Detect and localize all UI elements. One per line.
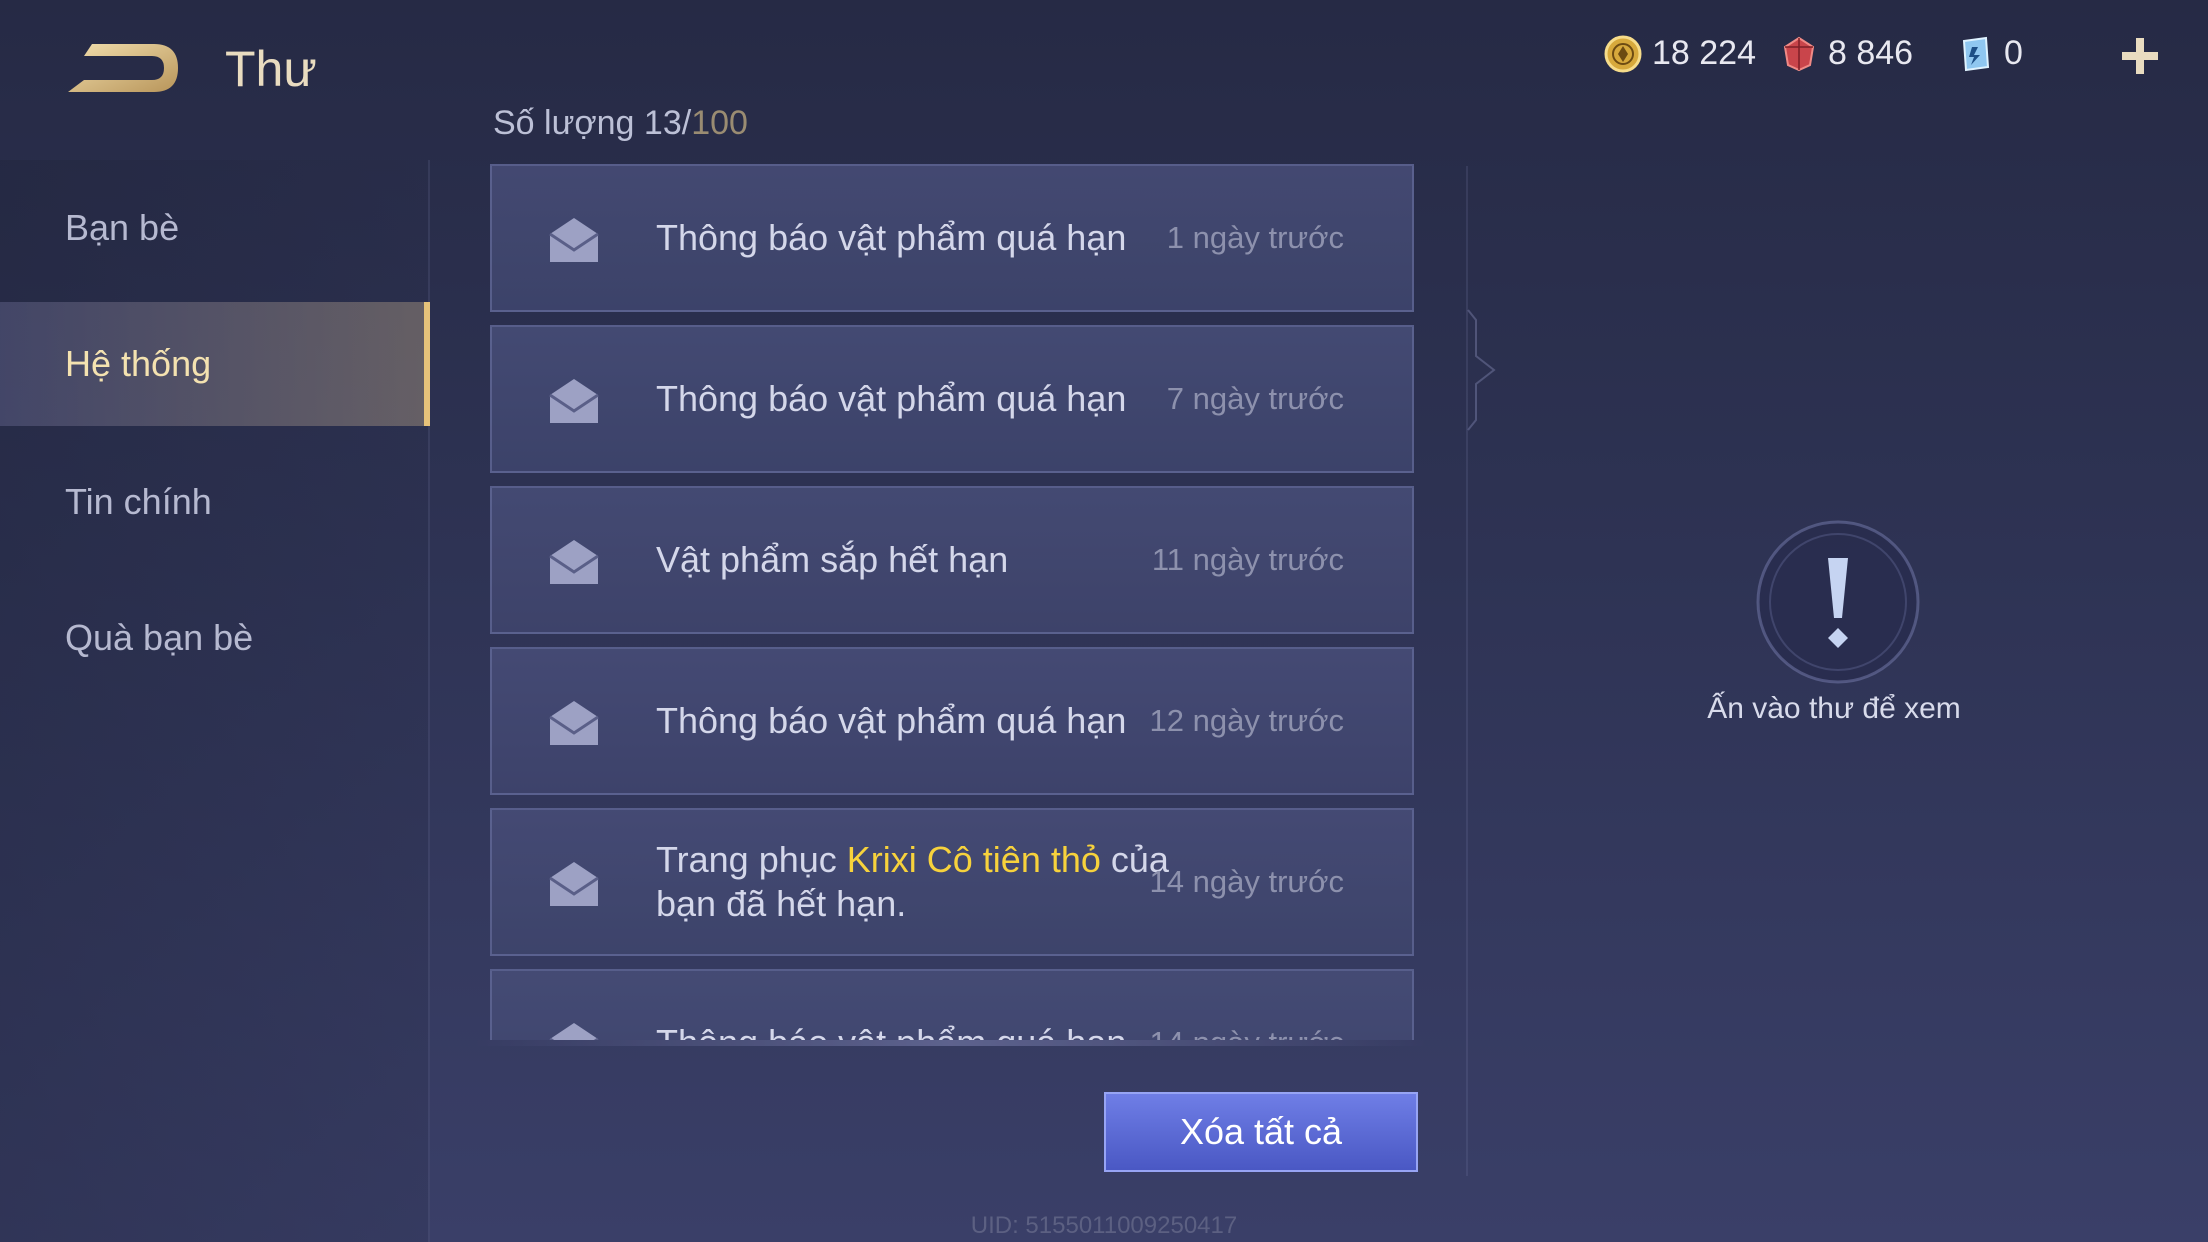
mail-time: 11 ngày trước (1151, 542, 1344, 577)
mail-time: 1 ngày trước (1166, 220, 1344, 255)
mail-count: Số lượng 13/100 (493, 104, 748, 143)
voucher-amount: 0 (2004, 34, 2023, 72)
envelope-icon (549, 218, 599, 262)
add-currency-button[interactable] (2120, 30, 2160, 80)
detail-hint: Ấn vào thư để xem (1707, 692, 1961, 725)
sidebar-item-main-news[interactable]: Tin chính (0, 440, 430, 564)
mail-title: Thông báo vật phẩm quá hạn (656, 217, 1127, 258)
mail-title: Thông báo vật phẩm quá hạn (656, 378, 1127, 419)
chevron-right-icon (1467, 309, 1496, 431)
sidebar-item-friend-gifts[interactable]: Quà bạn bè (0, 576, 430, 700)
mail-title: Thông báo vật phẩm quá hạn (656, 700, 1127, 741)
blue-voucher-icon (1962, 36, 1990, 71)
mail-time: 14 ngày trước (1149, 864, 1344, 899)
list-bottom-divider (476, 1040, 1426, 1046)
mail-item[interactable]: Thông báo vật phẩm quá hạn 14 ngày trước (490, 969, 1414, 1040)
back-arrow-icon (68, 44, 178, 92)
mail-item[interactable]: Thông báo vật phẩm quá hạn 12 ngày trước (490, 647, 1414, 795)
sidebar-item-label: Hệ thống (65, 343, 212, 384)
delete-all-button[interactable]: Xóa tất cả (1104, 1092, 1418, 1172)
mail-title: Vật phẩm sắp hết hạn (656, 539, 1009, 580)
mail-title: Trang phục Krixi Cô tiên thỏ của bạn đã … (656, 838, 1216, 926)
user-uid: UID: 5155011009250417 (970, 1212, 1238, 1239)
voucher-currency[interactable]: 0 (1956, 34, 2023, 73)
mail-item[interactable]: Thông báo vật phẩm quá hạn 1 ngày trước (490, 164, 1414, 312)
mail-title-prefix: Trang phục (656, 839, 847, 880)
mail-count-max: 100 (691, 104, 748, 142)
envelope-icon (549, 862, 599, 906)
envelope-icon (549, 1023, 599, 1040)
mail-time: 12 ngày trước (1149, 703, 1344, 738)
mail-time: 14 ngày trước (1150, 1025, 1344, 1040)
mail-item[interactable]: Trang phục Krixi Cô tiên thỏ của bạn đã … (490, 808, 1414, 956)
exclamation-icon (1756, 520, 1920, 684)
gold-amount: 18 224 (1652, 34, 1756, 72)
gem-currency[interactable]: 8 846 (1780, 34, 1913, 73)
sidebar-item-label: Bạn bè (65, 207, 180, 248)
mail-count-label: Số lượng 13/ (493, 104, 692, 142)
sidebar-item-label: Tin chính (65, 481, 212, 522)
mail-title: Thông báo vật phẩm quá hạn (656, 1021, 1216, 1040)
envelope-icon (549, 540, 599, 584)
gold-currency[interactable]: 18 224 (1604, 34, 1756, 73)
envelope-icon (549, 701, 599, 745)
gem-amount: 8 846 (1828, 34, 1914, 72)
mail-item[interactable]: Vật phẩm sắp hết hạn 11 ngày trước (490, 486, 1414, 634)
gold-coin-icon (1604, 35, 1642, 72)
red-gem-icon (1783, 36, 1815, 71)
skin-name-highlight: Krixi Cô tiên thỏ (846, 839, 1101, 880)
sidebar-item-friends[interactable]: Bạn bè (0, 166, 430, 290)
mail-time: 7 ngày trước (1166, 381, 1344, 416)
sidebar-item-system[interactable]: Hệ thống (0, 302, 430, 426)
plus-icon (2122, 38, 2158, 74)
mail-item[interactable]: Thông báo vật phẩm quá hạn 7 ngày trước (490, 325, 1414, 473)
back-button[interactable] (62, 34, 182, 104)
sidebar-item-label: Quà bạn bè (65, 617, 254, 658)
envelope-icon (549, 379, 599, 423)
mail-list[interactable]: Thông báo vật phẩm quá hạn 1 ngày trước … (490, 164, 1416, 1040)
page-title: Thư (225, 41, 317, 97)
